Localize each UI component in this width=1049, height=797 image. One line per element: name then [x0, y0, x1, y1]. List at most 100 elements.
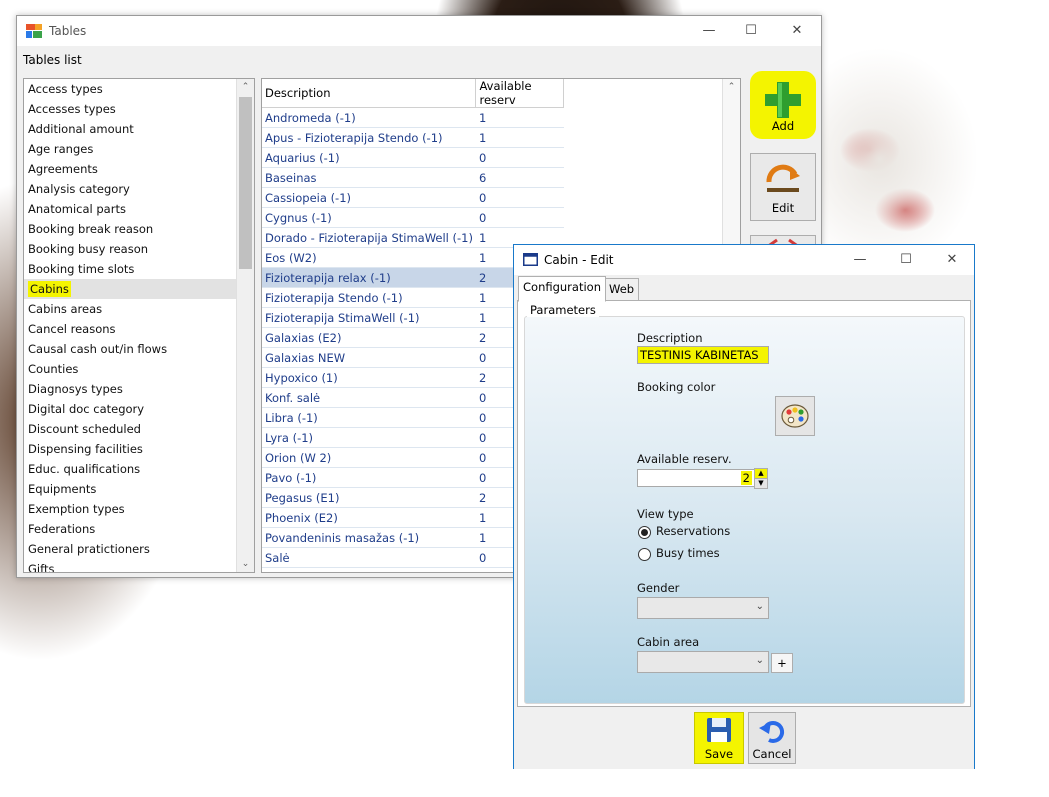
table-list-item[interactable]: Cancel reasons [24, 319, 254, 339]
save-button[interactable]: Save [694, 712, 744, 764]
minimize-button[interactable]: — [689, 20, 729, 42]
tab-web[interactable]: Web [604, 278, 640, 302]
table-list-item-label: Educ. qualifications [28, 462, 141, 476]
stepper-down-icon[interactable]: ▼ [754, 478, 768, 489]
grid-header-row: Description Available reserv [262, 79, 565, 108]
grid-cell-description: Aquarius (-1) [262, 147, 476, 168]
table-list-item[interactable]: Accesses types [24, 99, 254, 119]
parameters-group: Description TESTINIS KABINETAS Booking c… [524, 316, 965, 704]
table-list-item[interactable]: General pratictioners [24, 539, 254, 559]
cabin-area-select[interactable]: ⌄ [637, 651, 769, 673]
grid-cell-description: Cygnus (-1) [262, 207, 476, 228]
grid-cell-description: Libra (-1) [262, 407, 476, 428]
table-list-item-label: Agreements [28, 162, 98, 176]
grid-cell-description: Baseinas [262, 167, 476, 188]
table-list-item-label: Anatomical parts [28, 202, 126, 216]
table-list-item[interactable]: Causal cash out/in flows [24, 339, 254, 359]
table-list-item[interactable]: Booking time slots [24, 259, 254, 279]
tables-list-scrollbar[interactable]: ⌃ ⌄ [236, 79, 254, 572]
grid-cell-description: Fizioterapija Stendo (-1) [262, 287, 476, 308]
add-button[interactable]: Add [750, 71, 816, 139]
grid-cell-description: Lyra (-1) [262, 427, 476, 448]
table-list-item[interactable]: Diagnosys types [24, 379, 254, 399]
table-list-item-label: Accesses types [28, 102, 116, 116]
cancel-button-label: Cancel [752, 747, 792, 761]
radio-busy-times[interactable] [638, 548, 651, 561]
tab-configuration[interactable]: Configuration [518, 276, 606, 302]
table-list-item[interactable]: Counties [24, 359, 254, 379]
table-list-item[interactable]: Access types [24, 79, 254, 99]
cabin-edit-titlebar: Cabin - Edit — ☐ ✕ [514, 245, 974, 275]
column-header-description[interactable]: Description [262, 79, 477, 108]
dialog-maximize-button[interactable]: ☐ [886, 249, 926, 271]
cabin-area-label: Cabin area [637, 635, 700, 649]
table-list-item-label: Booking time slots [28, 262, 135, 276]
grid-row[interactable]: Apus - Fizioterapija Stendo (-1) 1 [262, 127, 564, 148]
grid-cell-description: Orion (W 2) [262, 447, 476, 468]
tables-list-label: Tables list [23, 53, 82, 67]
grid-row[interactable]: Aquarius (-1) 0 [262, 147, 564, 168]
table-list-item[interactable]: Booking busy reason [24, 239, 254, 259]
grid-cell-available: 1 [475, 107, 564, 128]
available-reserv-field[interactable]: 2 [637, 469, 755, 487]
table-list-item[interactable]: Equipments [24, 479, 254, 499]
grid-row[interactable]: Cassiopeia (-1) 0 [262, 187, 564, 208]
table-list-item[interactable]: Anatomical parts [24, 199, 254, 219]
table-list-item-label: Cabins [28, 281, 71, 297]
grid-cell-description: Eos (W2) [262, 247, 476, 268]
table-list-item[interactable]: Additional amount [24, 119, 254, 139]
parameters-group-title: Parameters [527, 303, 599, 317]
radio-reservations-label[interactable]: Reservations [656, 524, 730, 538]
table-list-item-label: Dispensing facilities [28, 442, 143, 456]
table-list-item[interactable]: Gifts [24, 559, 254, 572]
scroll-thumb[interactable] [239, 97, 252, 269]
scroll-down-icon[interactable]: ⌄ [237, 556, 254, 572]
dialog-minimize-button[interactable]: — [840, 249, 880, 271]
cancel-button[interactable]: Cancel [748, 712, 796, 764]
table-list-item[interactable]: Discount scheduled [24, 419, 254, 439]
save-button-label: Save [704, 747, 734, 761]
scroll-up-icon[interactable]: ⌃ [237, 79, 254, 95]
table-list-item[interactable]: Exemption types [24, 499, 254, 519]
grid-row[interactable]: Andromeda (-1) 1 [262, 107, 564, 128]
dialog-close-button[interactable]: ✕ [932, 249, 972, 271]
table-list-item-label: Booking busy reason [28, 242, 149, 256]
table-list-item-label: Digital doc category [28, 402, 145, 416]
table-list-item-label: Exemption types [28, 502, 125, 516]
table-list-item-label: Additional amount [28, 122, 134, 136]
add-cabin-area-button[interactable]: + [771, 653, 793, 673]
table-list-item-label: Cancel reasons [28, 322, 116, 336]
gender-select[interactable]: ⌄ [637, 597, 769, 619]
table-list-item[interactable]: Agreements [24, 159, 254, 179]
column-header-available[interactable]: Available reserv [475, 79, 565, 108]
table-list-item[interactable]: Cabins [24, 279, 254, 299]
grid-cell-description: Hypoxico (1) [262, 367, 476, 388]
table-list-item[interactable]: Booking break reason [24, 219, 254, 239]
grid-row[interactable]: Cygnus (-1) 0 [262, 207, 564, 228]
table-list-item-label: Causal cash out/in flows [28, 342, 168, 356]
close-button[interactable]: ✕ [777, 20, 817, 42]
radio-reservations[interactable] [638, 526, 651, 539]
table-list-item[interactable]: Analysis category [24, 179, 254, 199]
view-type-label: View type [637, 507, 694, 521]
booking-color-button[interactable] [775, 396, 815, 436]
table-list-item[interactable]: Age ranges [24, 139, 254, 159]
gender-label: Gender [637, 581, 680, 595]
edit-button[interactable]: Edit [750, 153, 816, 221]
available-reserv-label: Available reserv. [637, 452, 732, 466]
tables-list[interactable]: Access types Accesses types Additional amo… [23, 78, 255, 573]
table-list-item[interactable]: Cabins areas [24, 299, 254, 319]
table-list-item[interactable]: Dispensing facilities [24, 439, 254, 459]
scroll-up-icon[interactable]: ⌃ [723, 79, 740, 95]
grid-cell-available: 1 [475, 127, 564, 148]
description-field[interactable]: TESTINIS KABINETAS [637, 346, 769, 364]
maximize-button[interactable]: ☐ [731, 20, 771, 42]
table-list-item[interactable]: Federations [24, 519, 254, 539]
table-list-item[interactable]: Educ. qualifications [24, 459, 254, 479]
grid-cell-available: 6 [475, 167, 564, 188]
description-label: Description [637, 331, 703, 345]
radio-busy-times-label[interactable]: Busy times [656, 546, 720, 560]
table-list-item[interactable]: Digital doc category [24, 399, 254, 419]
grid-row[interactable]: Baseinas 6 [262, 167, 564, 188]
undo-icon [759, 720, 785, 743]
